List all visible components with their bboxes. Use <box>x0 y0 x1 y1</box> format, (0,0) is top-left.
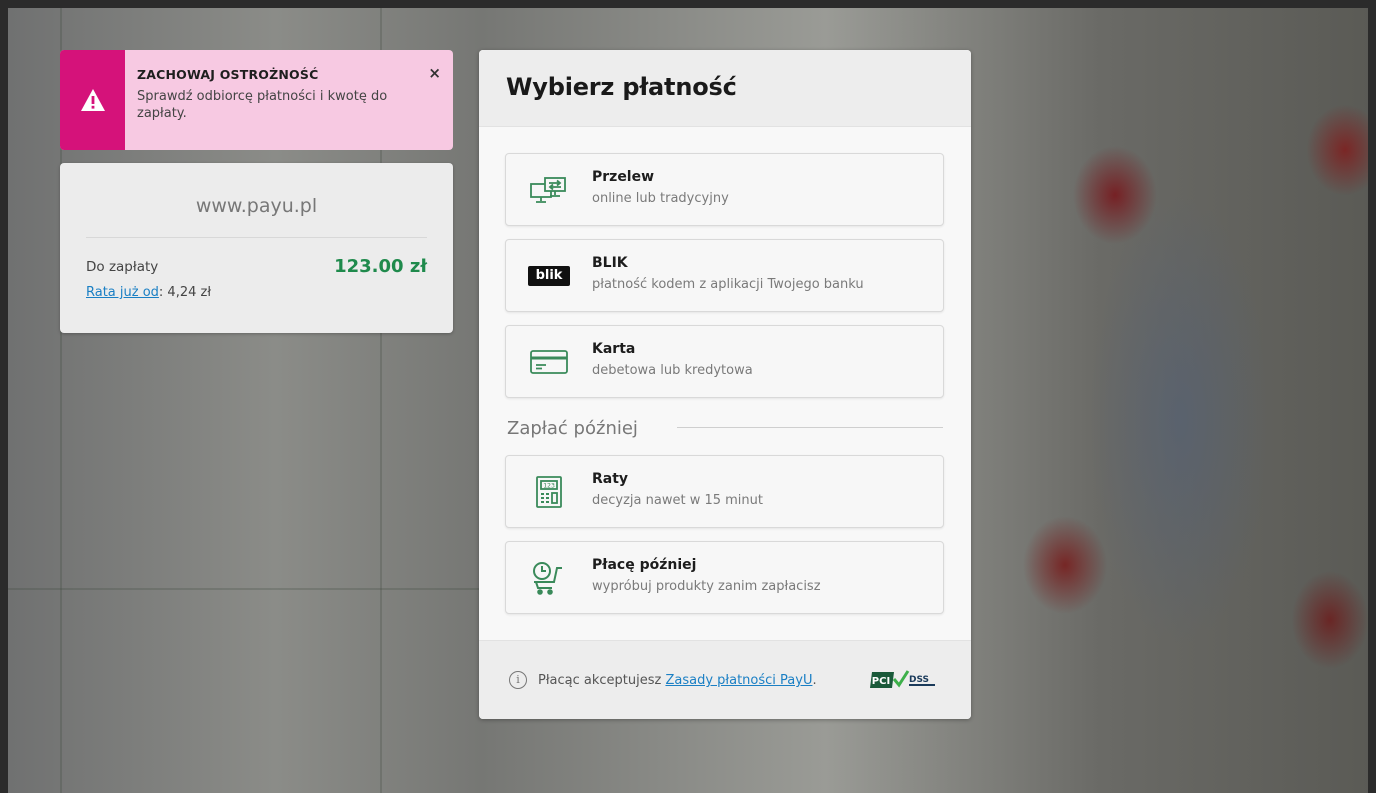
close-icon[interactable]: × <box>428 64 441 82</box>
option-subtitle: płatność kodem z aplikacji Twojego banku <box>592 277 864 292</box>
background-frame-right <box>1368 0 1376 793</box>
option-subtitle: online lub tradycyjny <box>592 191 729 206</box>
warning-icon <box>80 89 105 111</box>
option-subtitle: wypróbuj produkty zanim zapłacisz <box>592 579 821 594</box>
page-title: Wybierz płatność <box>506 73 737 101</box>
cart-clock-icon <box>526 560 572 596</box>
option-title: Płacę później <box>592 557 697 573</box>
pay-later-heading: Zapłać później <box>507 418 638 439</box>
installment-value: : 4,24 zł <box>158 285 212 300</box>
background-detail <box>0 588 480 590</box>
card-icon <box>526 344 572 380</box>
transfer-icon <box>526 172 572 208</box>
option-title: Karta <box>592 341 636 357</box>
terms-link[interactable]: Zasady płatności PayU <box>665 673 812 688</box>
blik-logo: blik <box>526 258 572 294</box>
payment-option-blik[interactable]: blik BLIK płatność kodem z aplikacji Two… <box>505 239 944 312</box>
divider <box>86 237 427 238</box>
option-title: BLIK <box>592 255 628 271</box>
divider <box>677 427 943 428</box>
payment-option-card[interactable]: Karta debetowa lub kredytowa <box>505 325 944 398</box>
installment-info: Rata już od: 4,24 zł <box>60 285 453 300</box>
warning-body: ZACHOWAJ OSTROŻNOŚĆ Sprawdź odbiorcę pła… <box>125 50 453 150</box>
svg-text:PCI: PCI <box>872 676 890 687</box>
payment-option-installments[interactable]: 123 Raty decyzja nawet w 15 minut <box>505 455 944 528</box>
info-icon: i <box>509 671 527 689</box>
calculator-display-text: 123 <box>543 482 555 490</box>
warning-title: ZACHOWAJ OSTROŻNOŚĆ <box>137 67 319 82</box>
merchant-name: www.payu.pl <box>195 195 318 217</box>
panel-footer: i Płacąc akceptujesz Zasady płatności Pa… <box>479 640 971 719</box>
payment-option-pay-later[interactable]: Płacę później wypróbuj produkty zanim za… <box>505 541 944 614</box>
order-summary: www.payu.pl Do zapłaty 123.00 zł Rata ju… <box>60 163 453 333</box>
option-title: Raty <box>592 471 629 487</box>
option-subtitle: decyzja nawet w 15 minut <box>592 493 763 508</box>
calculator-icon: 123 <box>526 474 572 510</box>
warning-text: Sprawdź odbiorcę płatności i kwotę do za… <box>137 89 388 121</box>
option-subtitle: debetowa lub kredytowa <box>592 363 753 378</box>
pci-dss-logo: PCI DSS <box>870 670 935 688</box>
svg-text:DSS: DSS <box>909 675 929 685</box>
background-frame-left <box>0 0 8 793</box>
installment-link[interactable]: Rata już od <box>86 285 159 300</box>
terms-text: Płacąc akceptujesz Zasady płatności PayU… <box>538 673 817 688</box>
panel-header: Wybierz płatność <box>479 50 971 127</box>
amount-label: Do zapłaty <box>86 258 159 275</box>
blik-logo-text: blik <box>528 266 570 286</box>
terms-suffix: . <box>812 673 817 688</box>
payment-panel: Wybierz płatność Przelew online lub trad… <box>479 50 971 719</box>
background-frame-top <box>0 0 1376 8</box>
warning-strip <box>60 50 125 150</box>
option-title: Przelew <box>592 169 655 185</box>
payment-option-transfer[interactable]: Przelew online lub tradycyjny <box>505 153 944 226</box>
terms-prefix: Płacąc akceptujesz <box>538 673 666 688</box>
amount-value: 123.00 zł <box>334 256 427 277</box>
warning-alert: ZACHOWAJ OSTROŻNOŚĆ Sprawdź odbiorcę pła… <box>60 50 453 150</box>
amount-row: Do zapłaty 123.00 zł <box>60 256 453 277</box>
